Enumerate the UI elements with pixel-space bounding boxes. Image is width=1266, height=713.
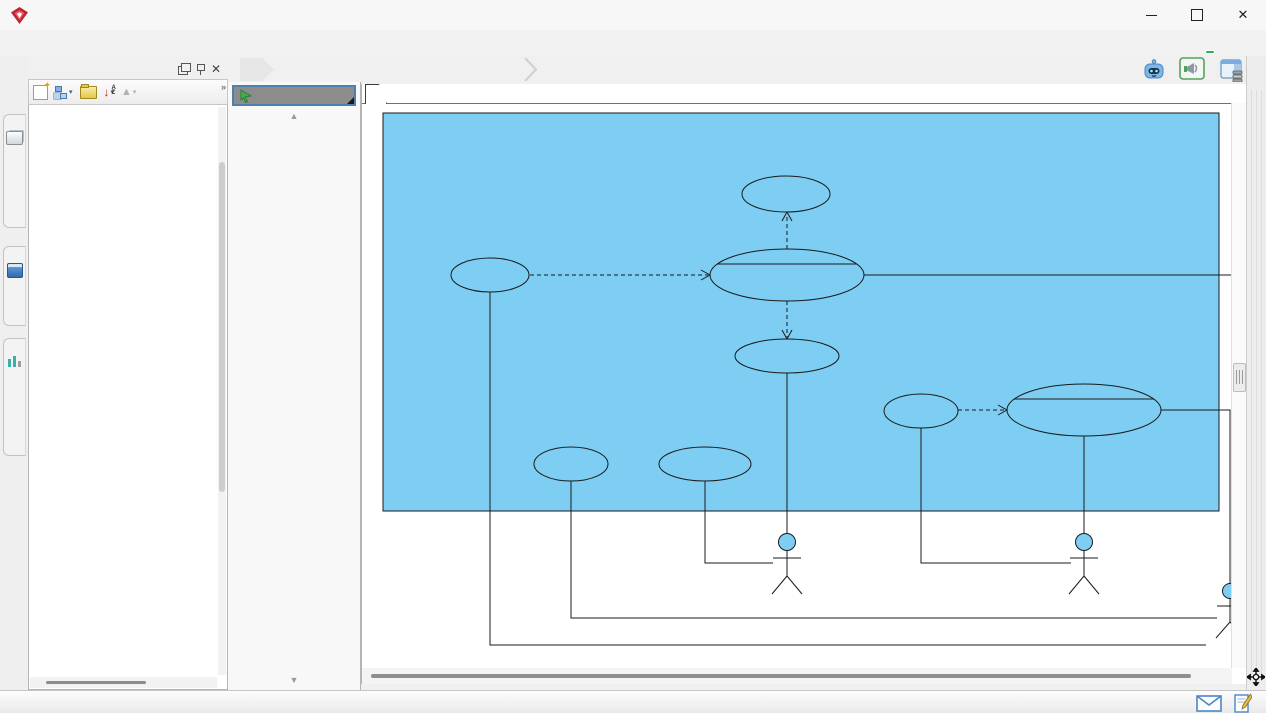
navigator-toolbar: ▾ ↓▾ ▲▾ » [28, 79, 228, 105]
use-case-rate-driver[interactable] [884, 394, 958, 428]
property-icon [7, 263, 23, 278]
tab-property[interactable] [3, 246, 26, 326]
breadcrumb[interactable] [240, 58, 274, 81]
menu-item-2[interactable] [96, 40, 108, 46]
breadcrumb-chevron-icon [522, 58, 540, 81]
close-icon: ✕ [1238, 7, 1249, 23]
use-case-track-order[interactable] [1007, 384, 1161, 436]
sort-az-icon: ↓ [104, 85, 110, 99]
maximize-button[interactable] [1174, 0, 1220, 30]
tab-model-explorer[interactable] [3, 114, 26, 228]
menu-item-6[interactable] [252, 40, 264, 46]
notification-badge [1205, 50, 1215, 54]
scrollbar-thumb[interactable] [1233, 363, 1246, 392]
actor-administrator[interactable] [772, 534, 802, 595]
minimize-icon [1146, 15, 1157, 16]
scrollbar-thumb[interactable] [46, 681, 146, 684]
group-by-button[interactable]: ▾ [53, 83, 75, 102]
cursor-icon [239, 89, 253, 103]
visual-paradigm-logo-icon [11, 7, 28, 24]
menu-item-5[interactable] [213, 40, 225, 46]
diagram-backlog-icon [7, 355, 22, 367]
diagram-canvas[interactable] [362, 103, 1232, 668]
mail-icon[interactable] [1196, 695, 1222, 712]
navigator-header: ✕ [28, 58, 228, 79]
assistant-robot-icon[interactable] [1140, 58, 1168, 82]
edit-note-icon[interactable] [1234, 693, 1252, 713]
open-folder-icon [80, 86, 97, 99]
model-explorer-icon [6, 131, 23, 145]
actor-customer[interactable] [1216, 584, 1232, 639]
use-case-diagram [362, 104, 1232, 668]
cursor-tool-button[interactable] [232, 85, 356, 106]
maximize-icon [1191, 9, 1203, 21]
pan-tool-icon[interactable] [1247, 668, 1265, 686]
diagram-canvas-area [361, 84, 1246, 684]
up-arrow-icon: ▲ [121, 86, 132, 98]
menu-item-8[interactable] [330, 40, 342, 46]
tab-diagram-backlog[interactable] [3, 338, 26, 456]
diagram-navigator-panel: ✕ ▾ ↓▾ ▲▾ » [28, 58, 228, 690]
menu-item-3[interactable] [135, 40, 147, 46]
pin-panel-button[interactable] [192, 61, 208, 77]
use-case-cancel-order[interactable] [451, 258, 529, 292]
use-case-update-order-status[interactable] [735, 339, 839, 373]
canvas-vertical-scrollbar[interactable] [1231, 103, 1246, 668]
diagram-tab[interactable] [365, 84, 387, 104]
palette-scroll-up-button[interactable]: ▲ [228, 110, 360, 122]
use-case-view-menu[interactable] [534, 447, 608, 481]
diagram-palette: ▲ ▼ [228, 82, 361, 690]
side-tab-strip [0, 56, 28, 690]
megaphone-icon [1179, 55, 1209, 81]
navigator-tree [28, 105, 228, 690]
menu-bar [0, 30, 1266, 56]
pin-icon [196, 63, 204, 75]
title-bar: ✕ [0, 0, 1266, 30]
open-project-button[interactable] [78, 83, 99, 102]
status-bar [0, 690, 1266, 713]
menu-item-7[interactable] [291, 40, 303, 46]
header-icons [1140, 56, 1244, 84]
panel-layout-icon[interactable] [1220, 59, 1244, 82]
collapse-button[interactable]: ▲▾ [119, 83, 138, 102]
whats-new-button[interactable] [1179, 55, 1209, 86]
system-boundary[interactable] [383, 113, 1219, 511]
actor-delivery-staff[interactable] [1069, 534, 1099, 595]
use-case-place-order[interactable] [710, 249, 864, 301]
use-case-manage-inventory[interactable] [659, 447, 751, 481]
new-diagram-button[interactable] [31, 83, 50, 102]
tree-horizontal-scrollbar[interactable] [30, 677, 217, 688]
scrollbar-thumb[interactable] [371, 674, 1191, 678]
scrollbar-thumb[interactable] [219, 162, 225, 492]
sort-button[interactable]: ↓▾ [102, 83, 117, 102]
minimize-button[interactable] [1128, 0, 1174, 30]
tree-vertical-scrollbar[interactable] [218, 107, 226, 675]
menu-item-1[interactable] [57, 40, 69, 46]
new-diagram-icon [33, 85, 48, 100]
right-edge-strip [1246, 56, 1266, 690]
canvas-horizontal-scrollbar[interactable] [362, 668, 1232, 684]
close-icon: ✕ [211, 62, 221, 76]
dropdown-arrow-icon: ▾ [133, 88, 137, 96]
menu-item-9[interactable] [369, 40, 381, 46]
menu-item-4[interactable] [174, 40, 186, 46]
float-icon [181, 63, 191, 72]
application-window: ✕ ✕ ▾ ↓▾ ▲▾ [0, 0, 1266, 713]
float-panel-button[interactable] [176, 61, 192, 77]
close-panel-button[interactable]: ✕ [208, 61, 224, 77]
close-button[interactable]: ✕ [1220, 0, 1266, 30]
palette-scroll-down-button[interactable]: ▼ [228, 674, 360, 686]
menu-item-0[interactable] [18, 40, 30, 46]
group-by-icon [55, 86, 68, 99]
use-case-process-payment[interactable] [742, 176, 830, 212]
toolbar-overflow-button[interactable]: » [221, 82, 226, 92]
menu-item-10[interactable] [408, 40, 420, 46]
dropdown-arrow-icon: ▾ [69, 88, 73, 96]
